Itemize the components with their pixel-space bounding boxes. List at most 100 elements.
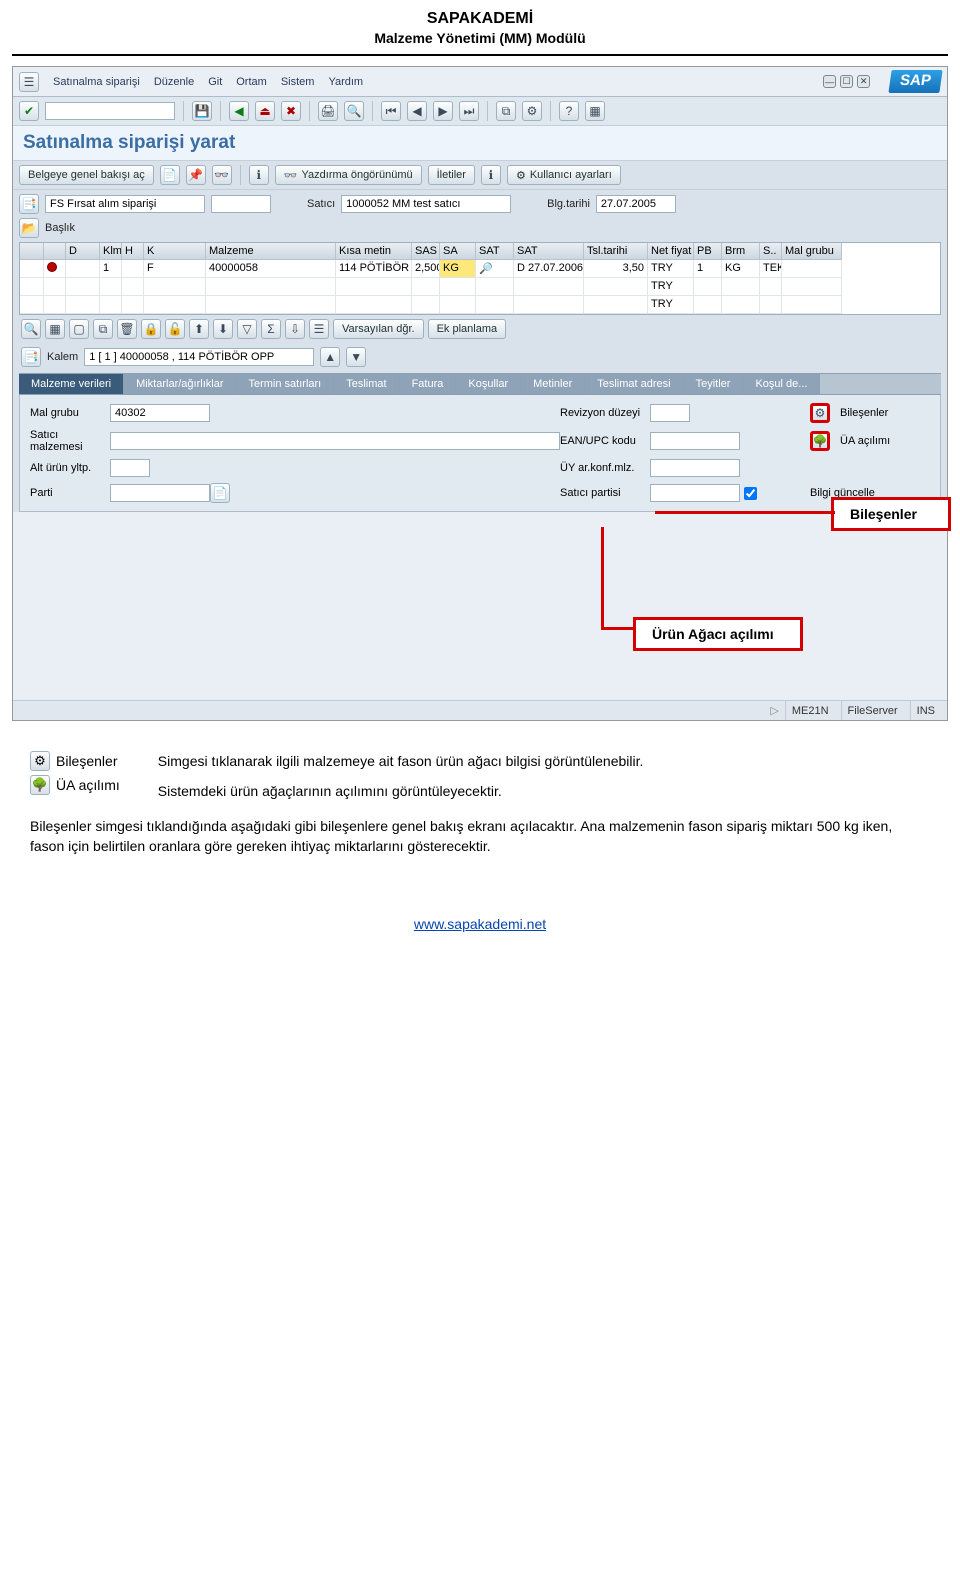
layout2-icon[interactable]: ☰ <box>309 319 329 339</box>
app-toolbar: Belgeye genel bakışı aç 📄 📌 👓 ℹ 👓 Yazdır… <box>13 161 947 190</box>
next-item-icon[interactable]: ▼ <box>346 347 366 367</box>
footer-link[interactable]: www.sapakademi.net <box>414 916 546 932</box>
create-icon[interactable]: 📄 <box>160 165 180 185</box>
filter-icon[interactable]: ▽ <box>237 319 257 339</box>
app-menu-icon[interactable]: ☰ <box>19 72 39 92</box>
expand-item-icon[interactable]: 📑 <box>21 347 41 367</box>
default-values-button[interactable]: Varsayılan dğr. <box>333 319 424 339</box>
vendor-field[interactable]: 1000052 MM test satıcı <box>341 195 511 213</box>
window-close-icon[interactable]: ✕ <box>857 75 870 88</box>
satici-malz-field[interactable] <box>110 432 560 450</box>
export-icon[interactable]: ⇩ <box>285 319 305 339</box>
divider <box>12 54 948 56</box>
prev-item-icon[interactable]: ▲ <box>320 347 340 367</box>
save-icon[interactable]: 💾 <box>192 101 212 121</box>
enter-icon[interactable]: ✔ <box>19 101 39 121</box>
table-row[interactable]: 1 F 40000058 114 PÖTİBÖR OPP 2,500 KG 🔎 … <box>20 260 940 278</box>
ean-field[interactable] <box>650 432 740 450</box>
sort-asc-icon[interactable]: ⬆ <box>189 319 209 339</box>
command-field[interactable] <box>45 102 175 120</box>
bilesenler-label: Bileşenler <box>840 407 930 419</box>
status-tcode: ME21N <box>785 701 835 720</box>
prev-page-icon[interactable]: ◀ <box>407 101 427 121</box>
menu-env[interactable]: Ortam <box>236 76 267 88</box>
shortcut-icon[interactable]: ⚙ <box>522 101 542 121</box>
tab-material-data[interactable]: Malzeme verileri <box>19 374 124 394</box>
uy-field[interactable] <box>650 459 740 477</box>
tab-delivery[interactable]: Teslimat <box>334 374 399 394</box>
kalem-dropdown[interactable]: 1 [ 1 ] 40000058 , 114 PÖTİBÖR OPP <box>84 348 314 366</box>
info-icon[interactable]: ℹ <box>249 165 269 185</box>
components-icon[interactable]: ⚙ <box>810 403 830 423</box>
menu-po[interactable]: Satınalma siparişi <box>53 76 140 88</box>
layout-icon[interactable]: ▦ <box>585 101 605 121</box>
next-page-icon[interactable]: ▶ <box>433 101 453 121</box>
expand-baslik-icon[interactable]: 📂 <box>19 218 39 238</box>
menu-help[interactable]: Yardım <box>328 76 363 88</box>
extra-planning-button[interactable]: Ek planlama <box>428 319 507 339</box>
po-number-field[interactable] <box>211 195 271 213</box>
menu-goto[interactable]: Git <box>208 76 222 88</box>
copy-icon[interactable]: ⧉ <box>93 319 113 339</box>
window-max-icon[interactable]: ☐ <box>840 75 853 88</box>
info2-icon[interactable]: ℹ <box>481 165 501 185</box>
doc-overview-button[interactable]: Belgeye genel bakışı aç <box>19 165 154 185</box>
tab-texts[interactable]: Metinler <box>521 374 585 394</box>
delete-icon[interactable]: 🗑 <box>117 319 137 339</box>
last-page-icon[interactable]: ⏭ <box>459 101 479 121</box>
exit-icon[interactable]: ⏏ <box>255 101 275 121</box>
menu-system[interactable]: Sistem <box>281 76 315 88</box>
bom-explosion-icon[interactable]: 🌳 <box>810 431 830 451</box>
tab-condde[interactable]: Koşul de... <box>743 374 820 394</box>
menu-edit[interactable]: Düzenle <box>154 76 194 88</box>
status-server: FileServer <box>841 701 904 720</box>
print-icon[interactable]: 🖨 <box>318 101 338 121</box>
grid-toolbar: 🔍 ▦ ▢ ⧉ 🗑 🔒 🔓 ⬆ ⬇ ▽ Σ ⇩ ☰ Varsayılan dğr… <box>19 315 941 343</box>
select-all-icon[interactable]: ▦ <box>45 319 65 339</box>
tab-sched[interactable]: Termin satırları <box>236 374 334 394</box>
messages-button[interactable]: İletiler <box>428 165 475 185</box>
doc-date-label: Blg.tarihi <box>547 198 590 210</box>
parti-search-icon[interactable]: 📄 <box>210 483 230 503</box>
cancel-icon[interactable]: ✖ <box>281 101 301 121</box>
first-page-icon[interactable]: ⏮ <box>381 101 401 121</box>
find-icon[interactable]: 🔍 <box>344 101 364 121</box>
satici-partisi-field[interactable] <box>650 484 740 502</box>
lock-icon[interactable]: 🔒 <box>141 319 161 339</box>
parti-field[interactable] <box>110 484 210 502</box>
tab-cond[interactable]: Koşullar <box>456 374 521 394</box>
unlock-icon[interactable]: 🔓 <box>165 319 185 339</box>
tab-qty[interactable]: Miktarlar/ağırlıklar <box>124 374 236 394</box>
tab-invoice[interactable]: Fatura <box>400 374 457 394</box>
screen-title: Satınalma siparişi yarat <box>13 126 947 161</box>
expand-header-icon[interactable]: 📑 <box>19 194 39 214</box>
sap-logo: SAP <box>889 70 943 93</box>
display-icon[interactable]: 👓 <box>212 165 232 185</box>
kalem-label: Kalem <box>47 351 78 363</box>
order-type-dropdown[interactable]: FS Fırsat alım siparişi <box>45 195 205 213</box>
doc-date-field[interactable]: 27.07.2005 <box>596 195 676 213</box>
new-session-icon[interactable]: ⧉ <box>496 101 516 121</box>
back-icon[interactable]: ◀ <box>229 101 249 121</box>
print-preview-button[interactable]: 👓 Yazdırma öngörünümü <box>275 165 422 185</box>
window-min-icon[interactable]: — <box>823 75 836 88</box>
alt-field[interactable] <box>110 459 150 477</box>
mal-grubu-label: Mal grubu <box>30 407 110 419</box>
table-row[interactable]: TRY <box>20 278 940 296</box>
user-settings-button[interactable]: ⚙ Kullanıcı ayarları <box>507 165 621 185</box>
help-icon[interactable]: ? <box>559 101 579 121</box>
hold-icon[interactable]: 📌 <box>186 165 206 185</box>
rev-field[interactable] <box>650 404 690 422</box>
bilgi-guncelle-checkbox[interactable] <box>744 487 757 500</box>
menubar: ☰ Satınalma siparişi Düzenle Git Ortam S… <box>13 67 947 97</box>
tab-deladdr[interactable]: Teslimat adresi <box>585 374 683 394</box>
deselect-icon[interactable]: ▢ <box>69 319 89 339</box>
detail-icon[interactable]: 🔍 <box>21 319 41 339</box>
table-row[interactable]: TRY <box>20 296 940 314</box>
sum-icon[interactable]: Σ <box>261 319 281 339</box>
sort-desc-icon[interactable]: ⬇ <box>213 319 233 339</box>
mal-grubu-field[interactable]: 40302 <box>110 404 210 422</box>
alt-label: Alt ürün yltp. <box>30 462 110 474</box>
tab-confirm[interactable]: Teyitler <box>684 374 744 394</box>
components-icon: ⚙ <box>30 751 50 771</box>
